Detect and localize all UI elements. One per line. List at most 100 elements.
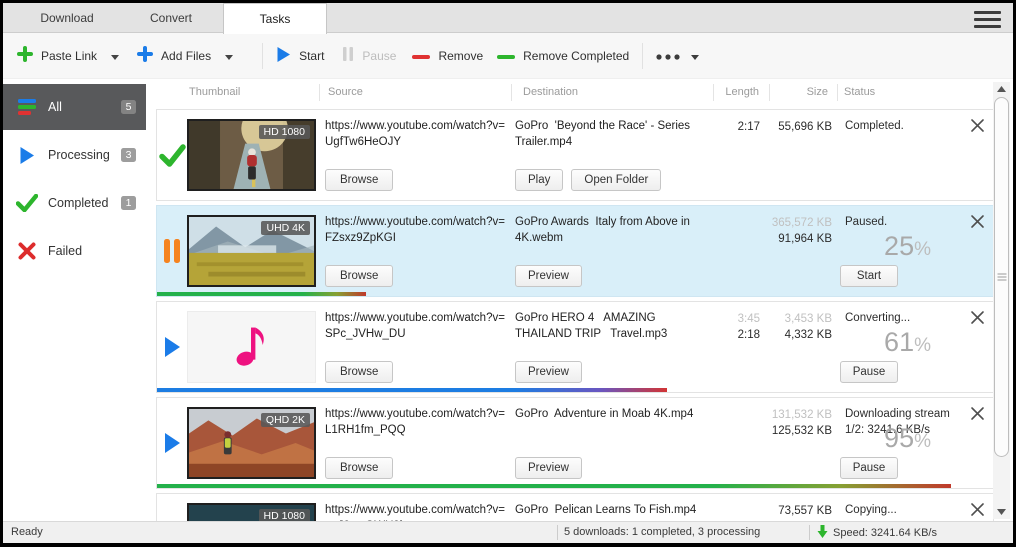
sidebar-item-processing[interactable]: Processing 3 xyxy=(3,132,146,178)
scroll-up-icon[interactable] xyxy=(993,82,1010,96)
remove-button[interactable]: Remove xyxy=(412,49,483,63)
column-header-status: Status xyxy=(844,86,875,98)
sidebar-item-failed[interactable]: Failed xyxy=(3,228,146,274)
table-row[interactable]: https://www.youtube.com/watch?v=SPc_JVHw… xyxy=(156,301,994,393)
size-cell: 73,557 KB xyxy=(757,503,832,519)
preview-button[interactable]: Preview xyxy=(515,361,582,383)
scrollbar-thumb[interactable] xyxy=(994,97,1009,457)
plus-icon xyxy=(17,46,33,65)
browse-button[interactable]: Browse xyxy=(325,457,393,479)
count-badge: 3 xyxy=(121,148,136,162)
table-row[interactable]: HD 1080 https://www.youtube.com/watch?v=… xyxy=(156,493,994,521)
minus-icon xyxy=(497,49,515,63)
size-cell: 131,532 KB125,532 KB xyxy=(757,407,832,439)
length-cell: 3:452:18 xyxy=(702,311,760,343)
destination-filename: GoPro Awards Italy from Above in 4K.webm xyxy=(515,215,711,246)
sidebar-item-completed[interactable]: Completed 1 xyxy=(3,180,146,226)
preview-button[interactable]: Preview xyxy=(515,457,582,479)
start-button[interactable]: Start xyxy=(276,46,324,66)
pause-button[interactable]: Pause xyxy=(840,361,898,383)
progress-bar xyxy=(157,292,366,296)
table-row[interactable]: QHD 2K https://www.youtube.com/watch?v=L… xyxy=(156,397,994,489)
column-header-source: Source xyxy=(328,86,363,98)
scroll-down-icon[interactable] xyxy=(993,505,1010,519)
source-url: https://www.youtube.com/watch?v=UgfTw6He… xyxy=(325,119,509,150)
progress-bar xyxy=(157,388,667,392)
source-url: https://www.youtube.com/watch?v=puJ0smQW… xyxy=(325,503,509,521)
divider xyxy=(262,43,263,69)
video-thumbnail: HD 1080 xyxy=(187,503,316,521)
column-header-thumbnail: Thumbnail xyxy=(189,86,240,98)
tab-download[interactable]: Download xyxy=(15,3,119,33)
scrollbar[interactable] xyxy=(993,82,1010,519)
column-header-length: Length xyxy=(701,86,759,98)
chevron-down-icon[interactable] xyxy=(225,49,233,63)
column-header-destination: Destination xyxy=(523,86,578,98)
tab-convert[interactable]: Convert xyxy=(119,3,223,33)
status-text: Paused. xyxy=(845,215,969,231)
play-icon xyxy=(276,46,291,66)
destination-actions: Play Open Folder xyxy=(515,169,661,191)
close-icon[interactable] xyxy=(968,214,986,232)
sidebar-item-all[interactable]: All 5 xyxy=(3,84,146,130)
remove-completed-button[interactable]: Remove Completed xyxy=(497,49,629,63)
destination-actions: Preview xyxy=(515,361,582,383)
destination-actions: Preview xyxy=(515,457,582,479)
browse-button[interactable]: Browse xyxy=(325,169,393,191)
length-cell: 2:17 xyxy=(702,119,760,135)
divider xyxy=(642,43,643,69)
status-text: Completed. xyxy=(845,119,969,135)
table-row[interactable]: HD 1080 https://www.youtube.com/watch?v=… xyxy=(156,109,994,201)
pause-icon xyxy=(342,46,354,65)
status-bar: Ready 5 downloads: 1 completed, 3 proces… xyxy=(3,521,1013,543)
quality-badge: HD 1080 xyxy=(259,125,310,139)
start-button[interactable]: Start xyxy=(840,265,898,287)
paste-link-button[interactable]: Paste Link xyxy=(17,46,119,65)
destination-filename: GoPro Adventure in Moab 4K.mp4 xyxy=(515,407,711,423)
destination-actions: Preview xyxy=(515,265,582,287)
column-header-size: Size xyxy=(764,86,828,98)
preview-button[interactable]: Preview xyxy=(515,265,582,287)
chevron-down-icon[interactable] xyxy=(111,49,119,63)
row-state xyxy=(157,494,187,521)
quality-badge: UHD 4K xyxy=(261,221,310,235)
close-icon[interactable] xyxy=(968,502,986,520)
quality-badge: QHD 2K xyxy=(261,413,310,427)
add-files-button[interactable]: Add Files xyxy=(137,46,233,65)
progress-percent: 95% xyxy=(884,423,931,454)
speed-indicator: Speed: 3241.64 KB/s xyxy=(817,525,937,541)
downloads-summary: 5 downloads: 1 completed, 3 processing xyxy=(564,526,760,538)
check-icon xyxy=(162,147,183,164)
menu-icon[interactable] xyxy=(974,11,1001,28)
tab-bar: Download Convert Tasks xyxy=(3,3,1013,33)
progress-percent: 61% xyxy=(884,327,931,358)
download-arrow-icon xyxy=(817,525,828,541)
browse-button[interactable]: Browse xyxy=(325,361,393,383)
play-icon xyxy=(157,398,187,488)
close-icon[interactable] xyxy=(968,310,986,328)
quality-badge: HD 1080 xyxy=(259,509,310,521)
source-url: https://www.youtube.com/watch?v=FZsxz9Zp… xyxy=(325,215,509,246)
count-badge: 5 xyxy=(121,100,136,114)
browse-button[interactable]: Browse xyxy=(325,265,393,287)
play-button[interactable]: Play xyxy=(515,169,563,191)
progress-bar xyxy=(157,484,951,488)
close-icon[interactable] xyxy=(968,118,986,136)
source-url: https://www.youtube.com/watch?v=SPc_JVHw… xyxy=(325,311,509,342)
size-cell: 365,572 KB91,964 KB xyxy=(757,215,832,247)
tab-tasks[interactable]: Tasks xyxy=(223,3,327,34)
video-thumbnail xyxy=(187,311,316,383)
destination-filename: GoPro Pelican Learns To Fish.mp4 xyxy=(515,503,711,519)
video-thumbnail: HD 1080 xyxy=(187,119,316,191)
pause-button[interactable]: Pause xyxy=(840,457,898,479)
open-folder-button[interactable]: Open Folder xyxy=(571,169,661,191)
more-menu-button[interactable] xyxy=(656,49,699,63)
table-row[interactable]: UHD 4K https://www.youtube.com/watch?v=F… xyxy=(156,205,994,297)
close-icon[interactable] xyxy=(968,406,986,424)
size-cell: 3,453 KB4,332 KB xyxy=(757,311,832,343)
task-list: HD 1080 https://www.youtube.com/watch?v=… xyxy=(156,109,994,521)
size-cell: 55,696 KB xyxy=(757,119,832,135)
video-thumbnail: UHD 4K xyxy=(187,215,316,287)
destination-filename: GoPro 'Beyond the Race' - Series Trailer… xyxy=(515,119,711,150)
pause-button[interactable]: Pause xyxy=(342,46,396,65)
